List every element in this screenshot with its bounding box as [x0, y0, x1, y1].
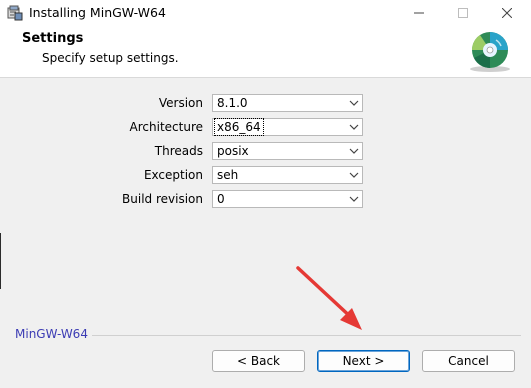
minimize-button[interactable]	[397, 0, 441, 26]
maximize-icon	[458, 8, 468, 18]
window-title: Installing MinGW-W64	[29, 5, 166, 20]
architecture-label: Architecture	[129, 120, 203, 134]
page-subtitle: Specify setup settings.	[42, 51, 179, 65]
architecture-value: x86_64	[214, 118, 264, 136]
installer-app-icon	[7, 5, 23, 21]
chevron-down-icon	[349, 172, 359, 178]
exception-select[interactable]: seh	[212, 166, 363, 184]
close-button[interactable]	[485, 0, 529, 26]
minimize-icon	[414, 12, 424, 14]
version-select[interactable]: 8.1.0	[212, 94, 363, 112]
threads-select[interactable]: posix	[212, 142, 363, 160]
maximize-button[interactable]	[441, 0, 485, 26]
title-bar: Installing MinGW-W64	[0, 0, 531, 26]
threads-label: Threads	[154, 144, 203, 158]
close-icon	[502, 8, 512, 18]
cd-disc-icon	[470, 32, 510, 72]
chevron-down-icon	[349, 124, 359, 130]
cancel-button[interactable]: Cancel	[422, 350, 515, 372]
version-value: 8.1.0	[217, 96, 248, 110]
footer-divider	[92, 335, 521, 336]
page-title: Settings	[22, 31, 84, 46]
build-revision-select[interactable]: 0	[212, 190, 363, 208]
version-label: Version	[158, 96, 203, 110]
chevron-down-icon	[349, 148, 359, 154]
brand-label: MinGW-W64	[15, 327, 88, 341]
wizard-header: Settings Specify setup settings.	[0, 26, 531, 78]
threads-value: posix	[217, 144, 249, 158]
build-revision-label: Build revision	[122, 192, 203, 206]
exception-label: Exception	[143, 168, 203, 182]
back-button[interactable]: < Back	[212, 350, 305, 372]
annotation-arrow-icon	[296, 266, 362, 330]
architecture-select[interactable]: x86_64	[212, 118, 363, 136]
chevron-down-icon	[349, 196, 359, 202]
window-edge-divider	[0, 233, 1, 289]
next-button[interactable]: Next >	[317, 350, 410, 372]
chevron-down-icon	[349, 100, 359, 106]
exception-value: seh	[217, 168, 239, 182]
build-revision-value: 0	[217, 192, 225, 206]
